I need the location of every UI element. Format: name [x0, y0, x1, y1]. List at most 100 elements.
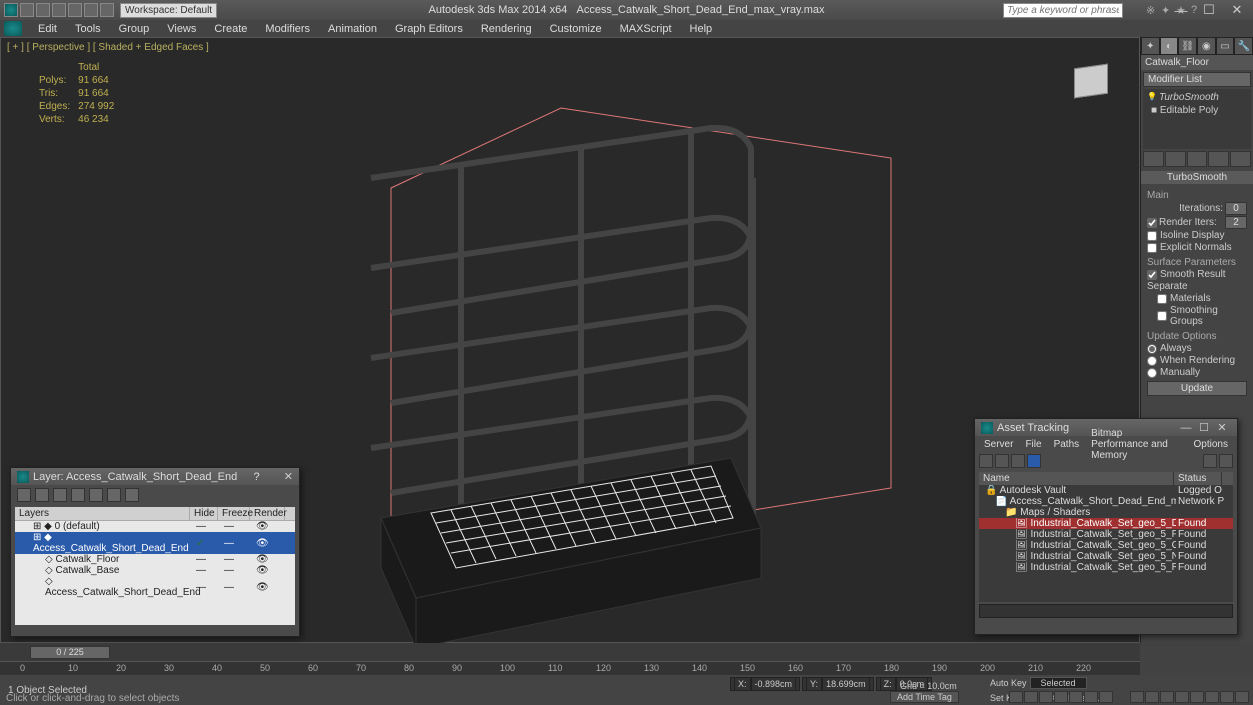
nav-pan-icon[interactable]: [1130, 691, 1144, 703]
new-icon[interactable]: [20, 3, 34, 17]
close-icon[interactable]: ✕: [284, 470, 293, 483]
goto-end-icon[interactable]: [1069, 691, 1083, 703]
menu-create[interactable]: Create: [206, 22, 255, 36]
maximize-button[interactable]: ☐: [1195, 1, 1223, 19]
configure-sets-icon[interactable]: [1230, 151, 1251, 167]
app-menu-icon[interactable]: [4, 21, 22, 36]
create-tab[interactable]: ✦: [1141, 37, 1160, 55]
nav-zoom-all-icon[interactable]: [1160, 691, 1174, 703]
asset-list[interactable]: Name Status 🔒 Autodesk VaultLogged O📄 Ac…: [979, 472, 1233, 602]
nav-fov-icon[interactable]: [1175, 691, 1189, 703]
prev-frame-icon[interactable]: [1024, 691, 1038, 703]
isoline-check[interactable]: [1147, 231, 1157, 241]
asset-row[interactable]: 📁 Maps / Shaders: [979, 507, 1233, 518]
rollout-turbosmooth[interactable]: TurboSmooth: [1141, 171, 1253, 184]
asset-row[interactable]: 🖼 Industrial_Catwalk_Set_geo_5_Fresnel.p…: [979, 529, 1233, 540]
key-mode-dropdown[interactable]: Selected: [1030, 677, 1087, 689]
menu-bitmap[interactable]: Bitmap Performance and Memory: [1086, 427, 1186, 462]
utilities-tab[interactable]: 🔧: [1234, 37, 1253, 55]
freeze-layer-icon[interactable]: [125, 488, 139, 502]
col-name[interactable]: Name: [979, 472, 1174, 485]
time-config-icon[interactable]: [1099, 691, 1113, 703]
list-view-icon[interactable]: [1027, 454, 1041, 468]
smooth-result-check[interactable]: [1147, 270, 1157, 280]
table-view-icon[interactable]: [1011, 454, 1025, 468]
nav-orbit-icon[interactable]: [1220, 691, 1234, 703]
update-manual-radio[interactable]: [1147, 368, 1157, 378]
menu-tools[interactable]: Tools: [67, 22, 109, 36]
app-menu-icon[interactable]: [4, 3, 18, 17]
menu-group[interactable]: Group: [111, 22, 158, 36]
coord-x[interactable]: X:-0.898cm: [730, 677, 800, 691]
tree-view-icon[interactable]: [995, 454, 1009, 468]
layer-row[interactable]: ⊞ ◆ 0 (default)——👁: [15, 521, 295, 532]
reload-icon[interactable]: [1219, 454, 1233, 468]
hide-layer-icon[interactable]: [107, 488, 121, 502]
nav-maximize-icon[interactable]: [1235, 691, 1249, 703]
motion-tab[interactable]: ◉: [1197, 37, 1216, 55]
open-icon[interactable]: [36, 3, 50, 17]
menu-modifiers[interactable]: Modifiers: [257, 22, 318, 36]
maximize-icon[interactable]: ☐: [1195, 421, 1213, 434]
menu-maxscript[interactable]: MAXScript: [612, 22, 680, 36]
time-slider[interactable]: 0 / 225: [30, 646, 110, 659]
hierarchy-tab[interactable]: ⛓: [1178, 37, 1197, 55]
asset-tracking-dialog[interactable]: Asset Tracking — ☐ ✕ Server File Paths B…: [974, 418, 1238, 635]
menu-file[interactable]: File: [1020, 438, 1046, 451]
link-icon[interactable]: [100, 3, 114, 17]
help-icon[interactable]: ?: [253, 471, 259, 483]
layer-manager-dialog[interactable]: Layer: Access_Catwalk_Short_Dead_End ? ✕…: [10, 467, 300, 637]
viewcube[interactable]: [1064, 58, 1119, 113]
menu-paths[interactable]: Paths: [1049, 438, 1085, 451]
render-iters-spinner[interactable]: [1225, 216, 1247, 229]
undo-icon[interactable]: [68, 3, 82, 17]
modifier-list-dropdown[interactable]: Modifier List: [1143, 72, 1251, 87]
key-mode-icon[interactable]: [1084, 691, 1098, 703]
col-render[interactable]: Render: [250, 507, 285, 520]
close-icon[interactable]: ✕: [1213, 421, 1231, 434]
layer-list[interactable]: Layers Hide Freeze Render ⊞ ◆ 0 (default…: [15, 507, 295, 625]
update-render-radio[interactable]: [1147, 356, 1157, 366]
track-bar[interactable]: 0102030405060708090100110120130140150160…: [0, 661, 1140, 675]
minimize-button[interactable]: —: [1167, 1, 1195, 19]
next-frame-icon[interactable]: [1054, 691, 1068, 703]
make-unique-icon[interactable]: [1187, 151, 1208, 167]
close-button[interactable]: ✕: [1223, 1, 1251, 19]
col-layers[interactable]: Layers: [15, 507, 190, 520]
workspace-dropdown[interactable]: Workspace: Default: [120, 3, 217, 18]
status-icon[interactable]: [1203, 454, 1217, 468]
goto-start-icon[interactable]: [1009, 691, 1023, 703]
layer-row[interactable]: ◇ Catwalk_Base——👁: [15, 565, 295, 576]
menu-graph-editors[interactable]: Graph Editors: [387, 22, 471, 36]
coord-y[interactable]: Y:18.699cm: [802, 677, 874, 691]
redo-icon[interactable]: [84, 3, 98, 17]
iterations-spinner[interactable]: [1225, 202, 1247, 215]
smoothing-groups-check[interactable]: [1157, 311, 1167, 321]
delete-layer-icon[interactable]: [35, 488, 49, 502]
layer-row[interactable]: ◇ Access_Catwalk_Short_Dead_End——👁: [15, 576, 295, 598]
render-iters-check[interactable]: [1147, 218, 1157, 228]
layer-row[interactable]: ◇ Catwalk_Floor——👁: [15, 554, 295, 565]
pin-stack-icon[interactable]: [1143, 151, 1164, 167]
menu-animation[interactable]: Animation: [320, 22, 385, 36]
modifier-stack[interactable]: TurboSmooth ■ Editable Poly: [1143, 89, 1251, 149]
subscription-icon[interactable]: ※: [1146, 4, 1158, 16]
menu-help[interactable]: Help: [682, 22, 721, 36]
asset-row[interactable]: 🖼 Industrial_Catwalk_Set_geo_5_Glossines…: [979, 540, 1233, 551]
menu-edit[interactable]: Edit: [30, 22, 65, 36]
stack-editable-poly[interactable]: ■ Editable Poly: [1145, 104, 1249, 117]
viewport-label[interactable]: [ + ] [ Perspective ] [ Shaded + Edged F…: [7, 42, 209, 53]
nav-zoom-extents-icon[interactable]: [1190, 691, 1204, 703]
show-end-result-icon[interactable]: [1165, 151, 1186, 167]
materials-check[interactable]: [1157, 294, 1167, 304]
new-layer-icon[interactable]: [17, 488, 31, 502]
add-time-tag[interactable]: Add Time Tag: [890, 691, 959, 703]
asset-status-input[interactable]: [979, 604, 1233, 618]
remove-modifier-icon[interactable]: [1208, 151, 1229, 167]
display-tab[interactable]: ▭: [1216, 37, 1235, 55]
auto-key-button[interactable]: Auto Key: [990, 678, 1027, 688]
col-status[interactable]: Status: [1174, 472, 1222, 485]
asset-row[interactable]: 🖼 Industrial_Catwalk_Set_geo_5_Diffuse.p…: [979, 518, 1233, 529]
col-freeze[interactable]: Freeze: [218, 507, 250, 520]
play-icon[interactable]: [1039, 691, 1053, 703]
